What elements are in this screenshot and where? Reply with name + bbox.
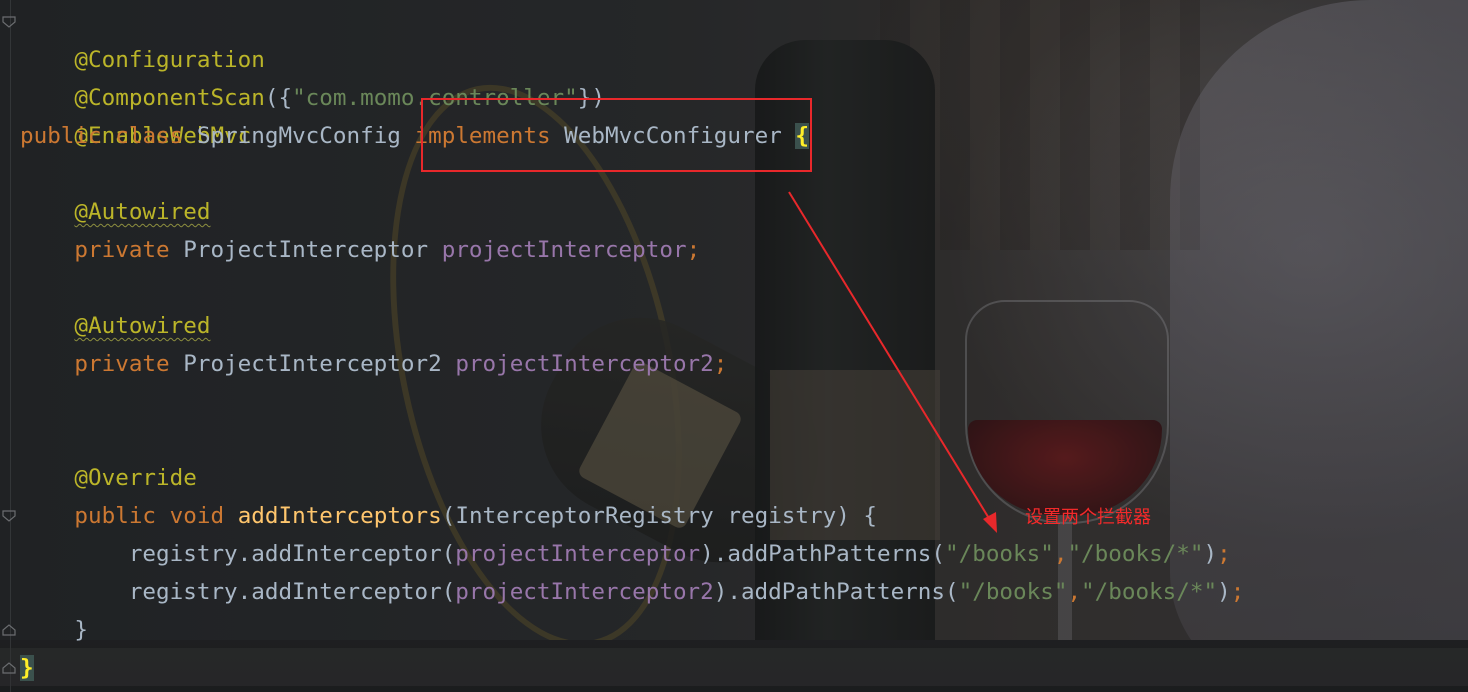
code-editor[interactable]: @Configuration @ComponentScan({"com.momo… [0,0,1468,692]
annotation-arrow [788,191,997,533]
annotation-note: 设置两个拦截器 [1025,507,1151,528]
